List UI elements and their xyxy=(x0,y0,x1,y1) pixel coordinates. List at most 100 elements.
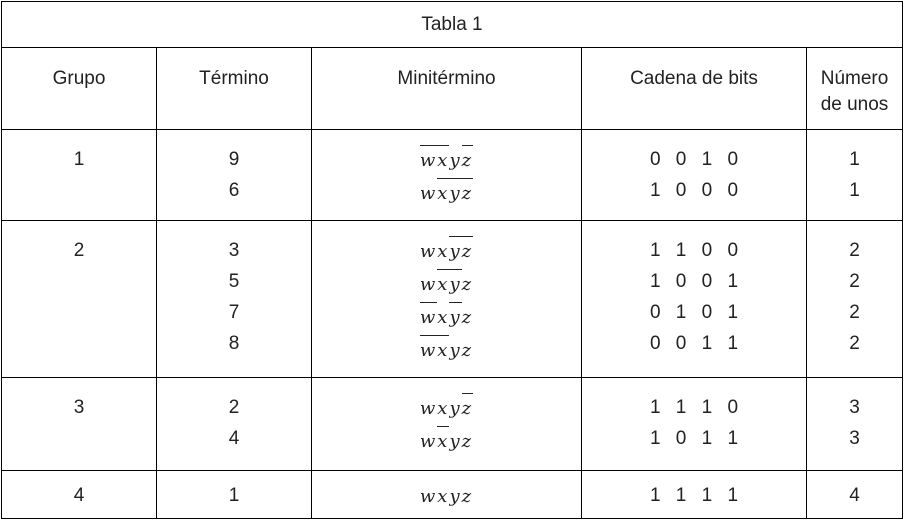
variable: y xyxy=(449,150,462,171)
termino-value: 2 xyxy=(228,397,240,418)
variable: w xyxy=(419,183,438,204)
complemented-variable: x xyxy=(437,425,450,458)
grupo-value: 4 xyxy=(73,485,85,506)
numero-cell: 2 2 2 2 xyxy=(805,220,904,378)
cadena-value: 1 1 0 0 xyxy=(649,240,744,261)
minitermino-expression: wxyz xyxy=(312,301,581,334)
complemented-variable: y xyxy=(449,177,462,210)
variable: w xyxy=(419,486,438,507)
numero-value: 4 xyxy=(849,485,860,506)
complemented-variable: w xyxy=(419,334,438,367)
header-numero: Número de unos xyxy=(805,47,904,130)
variable: y xyxy=(449,486,462,507)
complemented-variable: x xyxy=(437,334,450,367)
cadena-cell: 1 1 1 1 xyxy=(581,470,807,519)
complemented-variable: y xyxy=(449,301,462,334)
header-row: Grupo Término Minitérmino Cadena de bits… xyxy=(1,47,904,130)
termino-value: 8 xyxy=(228,333,240,354)
complemented-variable: x xyxy=(437,144,450,177)
termino-value: 5 xyxy=(228,271,240,292)
grupo-cell: 3 xyxy=(1,377,157,471)
numero-value: 2 xyxy=(849,240,860,261)
termino-cell: 96 xyxy=(156,129,312,221)
cadena-value: 1 0 0 1 xyxy=(649,271,744,292)
complemented-variable: y xyxy=(449,235,462,268)
minitermino-cell: wxyz wxyz wxyz wxyz xyxy=(311,220,582,378)
cadena-value: 0 0 1 0 xyxy=(649,149,744,170)
minitermino-expression: wxyz xyxy=(312,177,581,210)
grupo-cell: 2 xyxy=(1,220,157,378)
complemented-variable: w xyxy=(419,301,438,334)
numero-value: 3 xyxy=(849,428,860,449)
header-termino: Término xyxy=(156,47,312,130)
numero-value: 2 xyxy=(849,271,860,292)
termino-cell: 1 xyxy=(156,470,312,519)
minitermino-expression: wxyz xyxy=(312,144,581,177)
termino-value: 6 xyxy=(228,180,240,201)
numero-cell: 4 xyxy=(805,470,904,519)
cadena-value: 1 1 1 0 xyxy=(649,397,744,418)
header-numero-line2: de unos xyxy=(820,94,889,115)
variable: x xyxy=(437,398,450,419)
complemented-variable: w xyxy=(419,144,438,177)
cadena-value: 1 0 0 0 xyxy=(649,180,744,201)
complemented-variable: z xyxy=(461,235,474,268)
header-grupo: Grupo xyxy=(1,47,157,130)
complemented-variable: x xyxy=(437,268,450,301)
title-row: Tabla 1 xyxy=(0,1,904,48)
grupo-value: 1 xyxy=(73,149,85,170)
variable: y xyxy=(449,398,462,419)
cadena-cell: 1 1 1 0 1 0 1 1 xyxy=(581,377,807,471)
termino-value: 4 xyxy=(228,428,240,449)
termino-cell: 24 xyxy=(156,377,312,471)
minitermino-expression: wxyz xyxy=(312,480,581,513)
minitermino-cell: wxyz wxyz xyxy=(311,377,582,471)
variable: w xyxy=(419,241,438,262)
header-minitermino: Minitérmino xyxy=(311,47,582,130)
cadena-value: 0 1 0 1 xyxy=(649,302,744,323)
termino-cell: 3 5 7 8 xyxy=(156,220,312,378)
variable: x xyxy=(437,307,450,328)
numero-value: 2 xyxy=(849,333,860,354)
variable: x xyxy=(437,241,450,262)
cadena-cell: 0 0 1 0 1 0 0 0 xyxy=(581,129,807,221)
numero-cell: 11 xyxy=(805,129,904,221)
header-cadena: Cadena de bits xyxy=(581,47,807,130)
minitermino-expression: wxyz xyxy=(312,392,581,425)
termino-value: 1 xyxy=(228,485,240,506)
group-row: 4 1 wxyz 1 1 1 1 4 xyxy=(1,470,904,519)
minitermino-expression: wxyz xyxy=(312,334,581,367)
group-row: 2 3 5 7 8 wxyz wxyz wxyz wxyz 1 1 0 01 0 0 10 1 0… xyxy=(1,220,904,378)
numero-cell: 33 xyxy=(805,377,904,471)
minitermino-expression: wxyz xyxy=(312,425,581,458)
table-title: Tabla 1 xyxy=(0,1,904,48)
group-row: 1 9 6 wxyz wxyz 0 0 1 01 0 0 011 xyxy=(1,129,904,221)
complemented-variable: x xyxy=(437,177,450,210)
variable: x xyxy=(437,486,450,507)
cadena-value: 1 1 1 1 xyxy=(649,485,744,506)
termino-value: 9 xyxy=(228,149,240,170)
minitermino-cell: wxyz xyxy=(311,470,582,519)
cadena-value: 1 0 1 1 xyxy=(649,428,744,449)
header-numero-line1: Número xyxy=(820,68,889,89)
complemented-variable: z xyxy=(461,144,474,177)
termino-value: 7 xyxy=(228,302,240,323)
cadena-value: 0 0 1 1 xyxy=(649,333,744,354)
variable: z xyxy=(461,431,474,452)
karnaugh-groups-table: Tabla 1 Grupo Término Minitérmino Cadena… xyxy=(0,1,904,519)
variable: w xyxy=(419,274,438,295)
variable: z xyxy=(461,486,474,507)
variable: w xyxy=(419,431,438,452)
complemented-variable: z xyxy=(461,177,474,210)
minitermino-expression: wxyz xyxy=(312,235,581,268)
numero-value: 1 xyxy=(849,149,860,170)
grupo-cell: 4 xyxy=(1,470,157,519)
variable: z xyxy=(461,307,474,328)
variable: y xyxy=(449,431,462,452)
cadena-cell: 1 1 0 0 1 0 0 1 0 1 0 1 0 0 1 1 xyxy=(581,220,807,378)
minitermino-expression: wxyz xyxy=(312,268,581,301)
grupo-cell: 1 xyxy=(1,129,157,221)
group-row: 3 2 4 wxyz wxyz 1 1 1 01 0 1 133 xyxy=(1,377,904,471)
variable: z xyxy=(461,340,474,361)
complemented-variable: y xyxy=(449,268,462,301)
